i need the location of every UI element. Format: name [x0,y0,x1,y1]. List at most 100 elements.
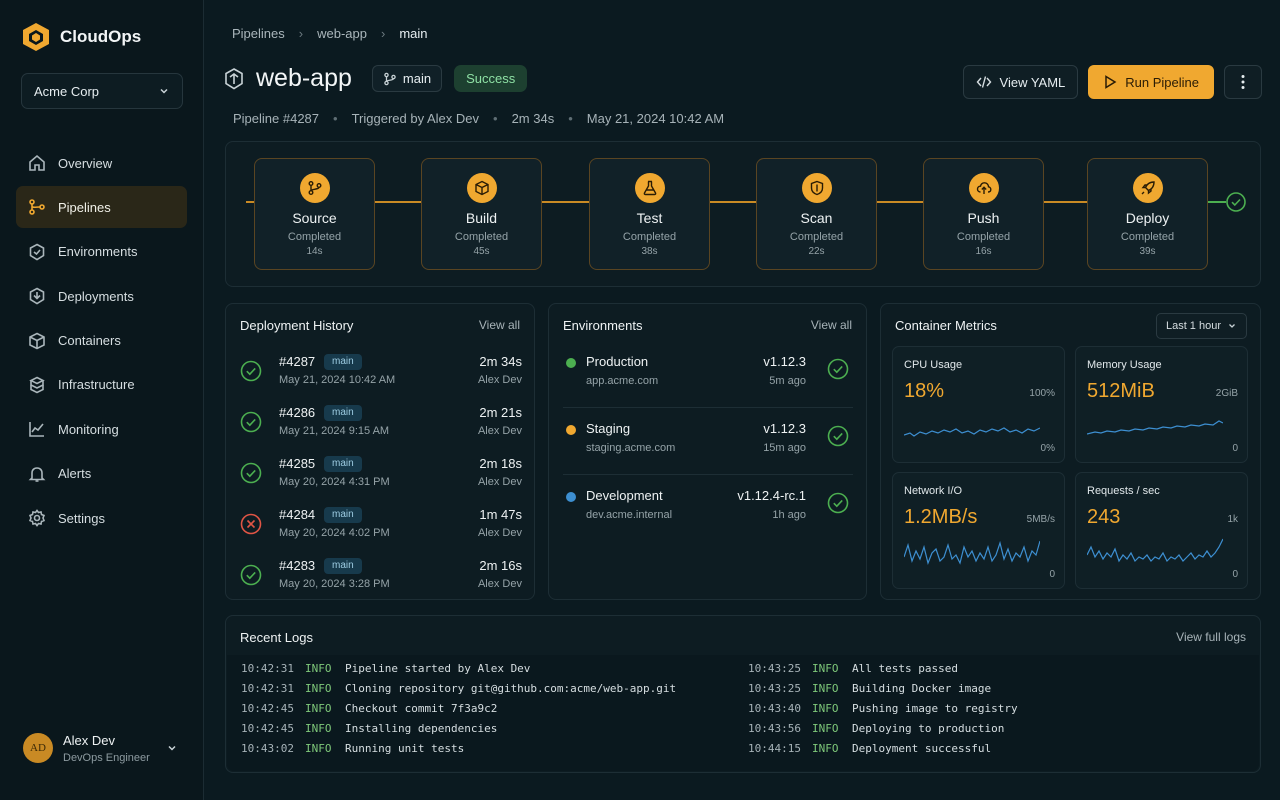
run-author: Alex Dev [477,527,522,539]
stage-push[interactable]: Push Completed 16s [923,158,1044,270]
sidebar-item-containers[interactable]: Containers [16,320,187,362]
sidebar-item-overview[interactable]: Overview [16,142,187,184]
stage-test[interactable]: Test Completed 38s [589,158,710,270]
log-time: 10:43:02 [241,742,294,755]
sidebar-item-deployments[interactable]: Deployments [16,275,187,317]
run-pipeline-button[interactable]: Run Pipeline [1088,65,1214,99]
org-selector[interactable]: Acme Corp [21,73,183,109]
metric-min: 0 [1232,443,1238,454]
metric-value: 243 [1087,506,1121,528]
triggered-by: Triggered by Alex Dev [351,111,480,126]
metric-min: 0% [1040,443,1055,454]
env-row-production[interactable]: Production app.acme.com v1.12.3 5m ago [563,342,853,408]
sidebar-item-label: Containers [58,333,121,349]
bell-icon [28,466,46,482]
sidebar-item-pipelines[interactable]: Pipelines [16,186,187,229]
stage-status: Completed [789,231,844,243]
branch-selector[interactable]: main [371,65,443,92]
network-sparkline [904,540,1040,565]
sidebar-item-settings[interactable]: Settings [16,497,187,539]
breadcrumb-item[interactable]: web-app [317,26,367,41]
env-updated: 15m ago [763,442,806,454]
view-full-logs-link[interactable]: View full logs [1176,630,1246,644]
history-row[interactable]: #4286 main May 21, 2024 9:15 AM 2m 21s A… [240,405,522,456]
stage-connector [710,201,756,203]
metric-max: 5MB/s [1026,514,1055,525]
avatar: AD [23,733,53,763]
gear-icon [28,509,46,527]
branch-name: main [402,71,432,86]
metric-memory[interactable]: Memory Usage 512MiB 2GiB 0 [1075,346,1248,463]
log-message: All tests passed [852,662,958,675]
header-actions: View YAML Run Pipeline [962,65,1262,99]
history-row[interactable]: #4287 main May 21, 2024 10:42 AM 2m 34s … [240,354,522,405]
env-row-development[interactable]: Development dev.acme.internal v1.12.4-rc… [563,476,853,542]
env-host: app.acme.com [586,375,659,387]
environments-card: Environments View all Production app.acm… [548,303,867,600]
stage-connector [1208,201,1226,203]
org-name: Acme Corp [34,83,100,99]
log-time: 10:43:40 [748,702,801,715]
view-all-link[interactable]: View all [811,318,852,332]
log-message: Pipeline started by Alex Dev [345,662,531,675]
run-duration: 2m 34s [479,354,522,369]
env-updated: 1h ago [772,509,806,521]
metric-min: 0 [1232,569,1238,580]
branch-tag: main [324,405,362,421]
stage-deploy[interactable]: Deploy Completed 39s [1087,158,1208,270]
deployment-icon [29,287,45,305]
metric-cpu[interactable]: CPU Usage 18% 100% 0% [892,346,1065,463]
env-version: v1.12.3 [763,421,806,436]
view-all-link[interactable]: View all [479,318,520,332]
recent-logs-card: Recent Logs View full logs 10:42:31 INFO P… [225,615,1261,773]
view-yaml-button[interactable]: View YAML [962,65,1079,99]
logo[interactable]: CloudOps [22,22,141,52]
card-title: Recent Logs [240,630,313,645]
run-date: May 20, 2024 4:02 PM [279,527,390,539]
log-time: 10:43:25 [748,662,801,675]
pipeline-meta: Pipeline #4287 • Triggered by Alex Dev •… [233,111,724,126]
sidebar: CloudOps Acme Corp Overview Pipelines En… [0,0,204,800]
sidebar-item-label: Pipelines [58,199,111,215]
log-level: INFO [305,722,332,735]
sidebar-item-label: Infrastructure [58,377,135,393]
env-updated: 5m ago [769,375,806,387]
env-row-staging[interactable]: Staging staging.acme.com v1.12.3 15m ago [563,409,853,475]
env-name: Staging [586,421,631,436]
branch-tag: main [324,507,362,523]
sidebar-item-environments[interactable]: Environments [16,231,187,273]
metric-network[interactable]: Network I/O 1.2MB/s 5MB/s 0 [892,472,1065,589]
metric-title: CPU Usage [904,359,963,371]
log-message: Cloning repository git@github.com:acme/w… [345,682,677,695]
stage-time: 16s [975,246,992,257]
breadcrumb-item[interactable]: Pipelines [232,26,285,41]
sidebar-item-alerts[interactable]: Alerts [16,453,187,495]
check-circle-icon [240,462,262,484]
stage-source[interactable]: Source Completed 14s [254,158,375,270]
log-output[interactable]: 10:42:31 INFO Pipeline started by Alex Dev… [227,655,1259,771]
time-range-select[interactable]: Last 1 hour [1155,313,1247,339]
sidebar-item-infrastructure[interactable]: Infrastructure [16,364,187,406]
log-level: INFO [305,682,332,695]
sidebar-item-monitoring[interactable]: Monitoring [16,408,187,450]
check-circle-icon [240,564,262,586]
stage-build[interactable]: Build Completed 45s [421,158,542,270]
user-menu[interactable]: AD Alex Dev DevOps Engineer [16,718,188,778]
history-row[interactable]: #4283 main May 20, 2024 3:28 PM 2m 16s A… [240,558,522,609]
more-options-button[interactable] [1224,65,1262,99]
stage-name: Deploy [1125,210,1170,226]
history-row[interactable]: #4284 main May 20, 2024 4:02 PM 1m 47s A… [240,507,522,558]
environment-icon [29,243,45,261]
run-duration: 2m 21s [479,405,522,420]
metric-requests[interactable]: Requests / sec 243 1k 0 [1075,472,1248,589]
stage-scan[interactable]: Scan Completed 22s [756,158,877,270]
stage-connector [542,201,589,203]
stage-time: 22s [808,246,825,257]
log-message: Deploying to production [852,722,1005,735]
stage-name: Scan [800,210,833,226]
run-id: #4284 [279,507,316,522]
log-line: 10:43:40 INFO Pushing image to registry [748,702,1018,715]
history-row[interactable]: #4285 main May 20, 2024 4:31 PM 2m 18s A… [240,456,522,507]
log-message: Deployment successful [852,742,992,755]
chevron-right-icon: › [380,26,386,41]
